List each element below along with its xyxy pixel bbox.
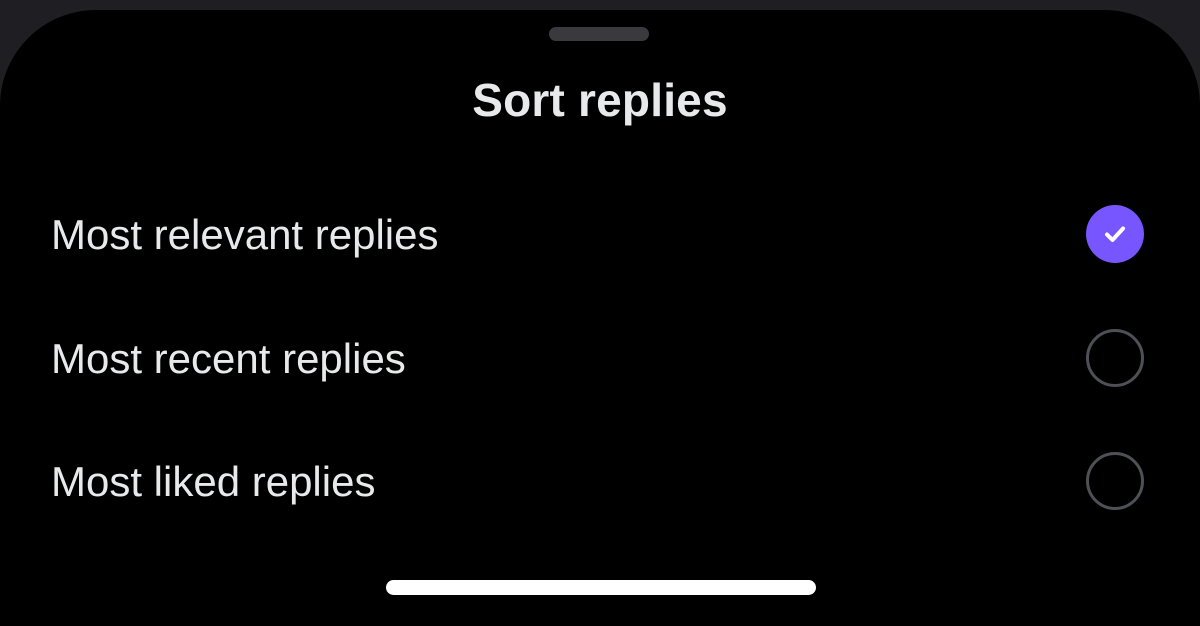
- radio-unselected[interactable]: [1086, 452, 1144, 510]
- option-label: Most liked replies: [51, 458, 376, 505]
- option-most-liked[interactable]: Most liked replies: [0, 434, 1200, 530]
- radio-unselected[interactable]: [1086, 329, 1144, 387]
- checkmark-icon: [1105, 226, 1125, 242]
- option-most-relevant[interactable]: Most relevant replies: [0, 187, 1200, 283]
- option-label: Most relevant replies: [51, 211, 439, 258]
- radio-selected[interactable]: [1086, 205, 1144, 263]
- screen: Sort replies Most relevant replies Most …: [0, 0, 1200, 626]
- sort-replies-sheet: Sort replies Most relevant replies Most …: [0, 10, 1200, 626]
- option-label: Most recent replies: [51, 335, 406, 382]
- sheet-grabber[interactable]: [549, 27, 649, 41]
- home-indicator: [386, 580, 816, 595]
- sheet-title: Sort replies: [472, 74, 728, 126]
- option-most-recent[interactable]: Most recent replies: [0, 311, 1200, 407]
